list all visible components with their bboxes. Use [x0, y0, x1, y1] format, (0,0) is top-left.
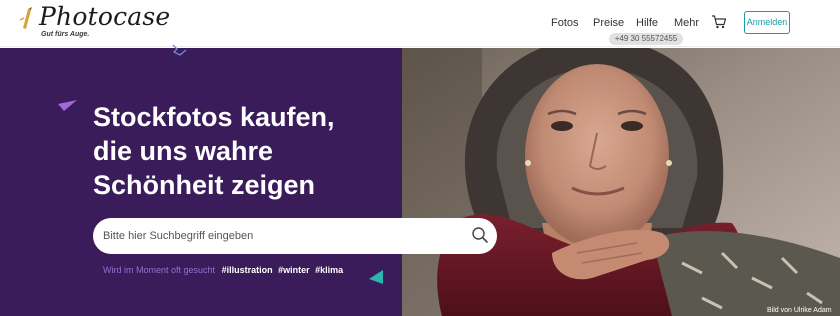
hero-section: Stockfotos kaufen, die uns wahre Schönhe… [0, 44, 840, 316]
trending-tag-illustration[interactable]: #illustration [222, 265, 273, 275]
search-icon[interactable] [471, 226, 489, 244]
hero-headline: Stockfotos kaufen, die uns wahre Schönhe… [93, 100, 423, 202]
trending-tag-klima[interactable]: #klima [315, 265, 343, 275]
nav-hilfe[interactable]: Hilfe [636, 17, 658, 29]
squiggle-decoration [172, 44, 187, 56]
nav-preise[interactable]: Preise [593, 17, 624, 29]
cart-icon[interactable] [711, 14, 727, 30]
logo-wordmark: Photocase [39, 2, 171, 31]
trending-searches: Wird im Moment oft gesucht #illustration… [103, 265, 346, 275]
search-box[interactable] [93, 218, 497, 254]
teal-triangle-decoration [369, 270, 383, 284]
photo-credit: Bild von Ulrike Adam [767, 307, 832, 314]
site-header: Photocase Gut fürs Auge. Fotos Preise Hi… [0, 0, 840, 47]
phone-number: +49 30 55572455 [609, 33, 683, 45]
search-input[interactable] [103, 227, 463, 245]
photocase-logo[interactable]: Photocase Gut fürs Auge. [17, 2, 171, 43]
logo-tagline: Gut fürs Auge. [41, 31, 90, 38]
trending-label: Wird im Moment oft gesucht [103, 265, 216, 275]
headline-line-1: Stockfotos kaufen, [93, 102, 335, 132]
pencil-logo-icon [19, 7, 32, 29]
purple-triangle-decoration [58, 100, 77, 111]
trending-tag-winter[interactable]: #winter [278, 265, 310, 275]
login-button[interactable]: Anmelden [744, 11, 790, 34]
headline-line-3: Schönheit zeigen [93, 170, 316, 200]
nav-fotos[interactable]: Fotos [551, 17, 579, 29]
nav-mehr[interactable]: Mehr [674, 17, 699, 29]
headline-line-2: die uns wahre [93, 136, 274, 166]
hero-portrait-photo [402, 48, 840, 316]
